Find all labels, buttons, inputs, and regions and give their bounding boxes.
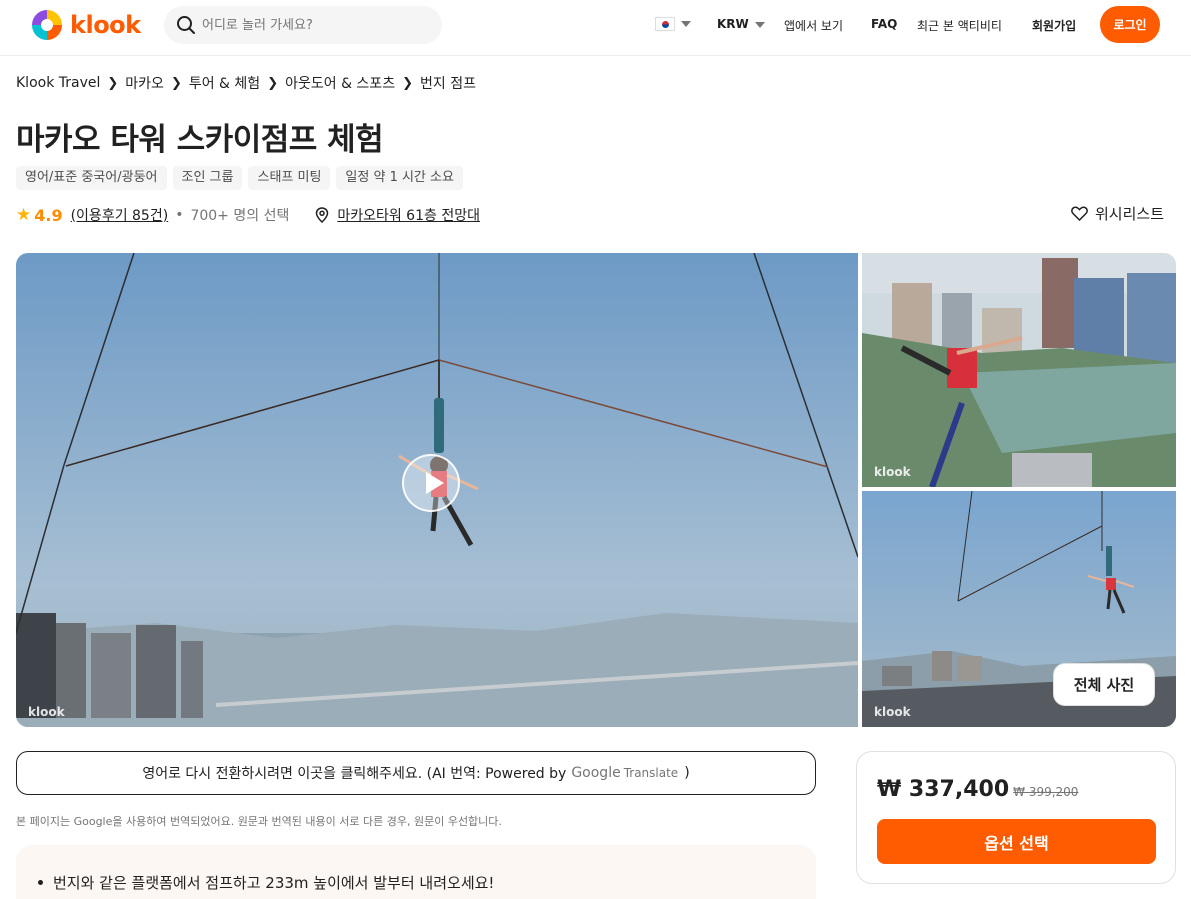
chevron-down-icon [681,20,691,27]
bullet-icon [38,880,43,885]
star-icon: ★ [16,205,32,225]
close-paren: ) [684,765,690,781]
activity-tags: 영어/표준 중국어/광둥어 조인 그룹 스태프 미팅 일정 약 1 시간 소요 [16,166,463,190]
chevron-right-icon: ❯ [402,75,413,91]
tag-group: 조인 그룹 [172,166,243,190]
original-price: ₩ 399,200 [1013,785,1079,799]
google-logo: Google [571,765,621,781]
search-icon [177,16,195,34]
all-photos-button[interactable]: 전체 사진 [1053,663,1155,706]
klook-logo[interactable]: klook [30,8,141,42]
chevron-right-icon: ❯ [170,75,182,91]
translation-notice: 본 페이지는 Google을 사용하여 번역되었어요. 원문과 번역된 내용이 … [16,815,502,828]
main-video-thumbnail[interactable]: klook [16,253,858,727]
gallery-image-2[interactable]: klook [862,253,1176,487]
wishlist-label: 위시리스트 [1095,205,1165,223]
reviews-link[interactable]: (이용후기 85건) [71,205,169,225]
korea-flag-icon [655,16,675,31]
tag-language: 영어/표준 중국어/광둥어 [16,166,167,190]
dot-separator: • [175,207,184,223]
breadcrumb-item-macau[interactable]: 마카오 [125,73,164,93]
play-icon[interactable] [402,454,460,512]
translate-button-label: 영어로 다시 전환하시려면 이곳을 클릭해주세요. (AI 번역: Powere… [142,766,567,782]
breadcrumb-item-home[interactable]: Klook Travel [16,75,100,91]
breadcrumb-item-bungee[interactable]: 번지 점프 [420,73,476,93]
list-item: 번지와 같은 플랫폼에서 점프하고 233m 높이에서 발부터 내려오세요! [38,872,494,893]
klook-watermark: klook [28,705,65,719]
breadcrumb: Klook Travel ❯ 마카오 ❯ 투어 & 체험 ❯ 아웃도어 & 스포… [16,73,476,93]
klook-watermark: klook [874,465,911,479]
heart-icon [1071,206,1088,221]
activity-meta: ★ 4.9 (이용후기 85건) • 700+ 명의 선택 마카오타워 61층 … [16,203,480,227]
tag-duration: 일정 약 1 시간 소요 [336,166,463,190]
chevron-right-icon: ❯ [107,75,119,91]
current-price: ₩ 337,400 [877,777,1010,802]
price-card: ₩ 337,400 ₩ 399,200 옵션 선택 [856,751,1176,884]
breadcrumb-item-outdoor[interactable]: 아웃도어 & 스포츠 [285,73,395,93]
currency-selector[interactable]: KRW [717,17,765,31]
breadcrumb-item-tours[interactable]: 투어 & 체험 [189,73,260,93]
search-input[interactable] [202,17,432,33]
price-row: ₩ 337,400 ₩ 399,200 [877,777,1078,802]
rating-score: 4.9 [34,205,63,225]
translate-toggle-button[interactable]: 영어로 다시 전환하시려면 이곳을 클릭해주세요. (AI 번역: Powere… [16,751,816,795]
klook-logo-icon [32,10,62,40]
chevron-right-icon: ❯ [267,75,279,91]
recent-activities-link[interactable]: 최근 본 액티비티 [917,17,1002,34]
top-header: klook KRW 앱에서 보기 FAQ 최근 본 액티비티 회원가입 로그인 [0,0,1191,56]
location-link[interactable]: 마카오타워 61층 전망대 [337,205,480,225]
location-pin-icon [315,207,329,223]
faq-link[interactable]: FAQ [871,17,897,31]
app-link[interactable]: 앱에서 보기 [784,17,843,34]
klook-watermark: klook [874,705,911,719]
wishlist-button[interactable]: 위시리스트 [1071,203,1164,224]
highlights-section: 번지와 같은 플랫폼에서 점프하고 233m 높이에서 발부터 내려오세요! [16,845,816,899]
chevron-down-icon [754,21,765,28]
highlight-text: 번지와 같은 플랫폼에서 점프하고 233m 높이에서 발부터 내려오세요! [53,874,495,892]
select-options-button[interactable]: 옵션 선택 [877,819,1156,864]
page-title: 마카오 타워 스카이점프 체험 [16,122,384,158]
login-button[interactable]: 로그인 [1100,6,1160,43]
logo-wordmark: klook [70,11,141,39]
currency-label: KRW [717,17,749,31]
booked-count: 700+ 명의 선택 [190,208,290,224]
search-bar[interactable] [164,6,442,44]
translate-word: Translate [623,766,679,780]
signup-link[interactable]: 회원가입 [1032,17,1076,34]
tag-meeting: 스태프 미팅 [248,166,331,190]
language-selector[interactable] [655,16,691,31]
